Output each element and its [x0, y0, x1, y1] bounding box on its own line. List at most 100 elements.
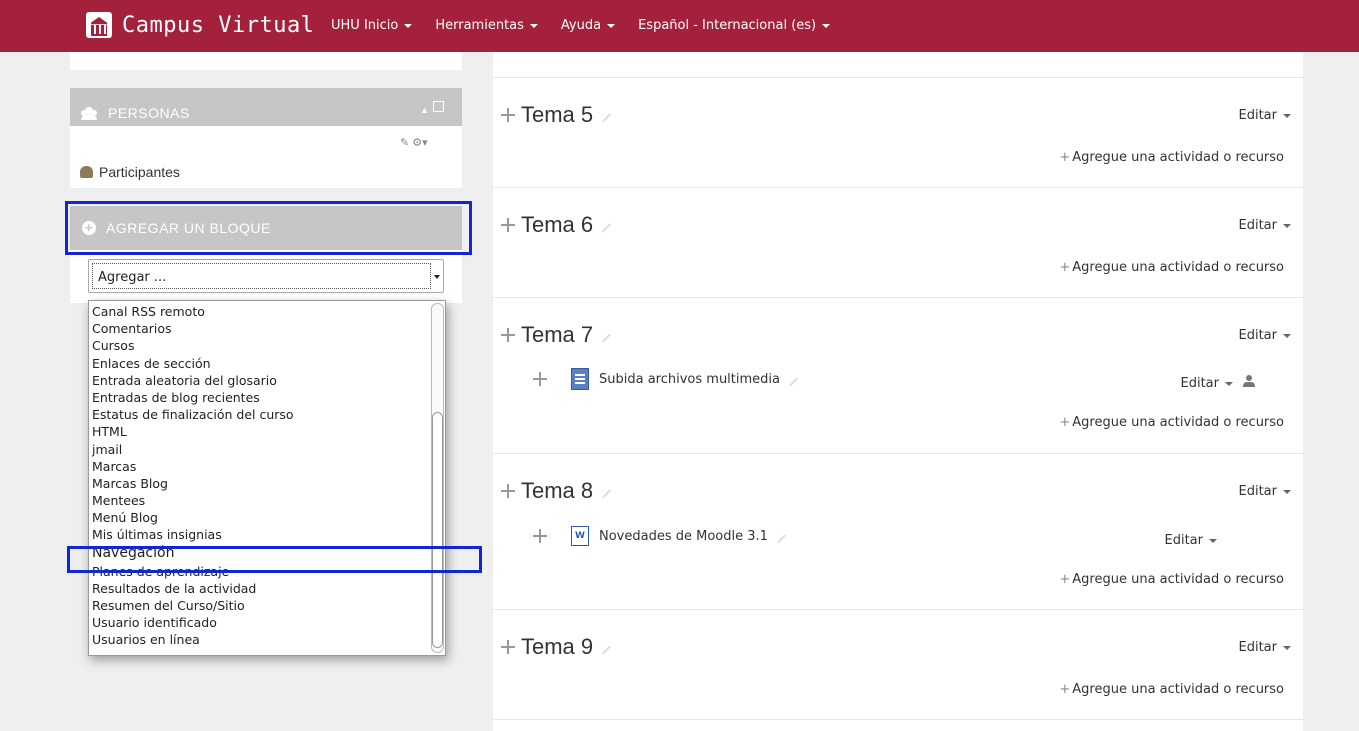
edit-title-icon[interactable] [776, 534, 787, 544]
user-icon[interactable] [1243, 375, 1255, 387]
plus-icon: + [1059, 572, 1071, 587]
people-icon [80, 106, 98, 120]
activity-editar-menu[interactable]: Editar [1181, 375, 1255, 391]
plus-icon: + [1059, 415, 1071, 430]
dropdown-option[interactable]: Menú Blog [89, 509, 445, 526]
dropdown-option[interactable]: Marcas [89, 458, 445, 475]
add-activity-link[interactable]: + Agregue una actividad o recurso [1059, 682, 1284, 697]
section-tema-8: Tema 8 Editar W Novedades de Moodle 3.1 … [493, 454, 1303, 610]
assignment-icon [571, 368, 589, 390]
section-title-text: Tema 8 [521, 478, 594, 503]
activity-editar-menu[interactable]: Editar [1165, 533, 1217, 548]
dropdown-option[interactable]: Mis últimas insignias [89, 526, 445, 543]
section-tema-7: Tema 7 Editar Subida archivos multimedia… [493, 298, 1303, 454]
nav-language[interactable]: Español - Internacional (es) [638, 18, 831, 33]
dropdown-scrollbar[interactable] [431, 303, 444, 653]
chevron-down-icon [1225, 381, 1233, 386]
previous-block-tail [70, 52, 462, 70]
activity-name[interactable]: Novedades de Moodle 3.1 [599, 529, 768, 544]
move-icon[interactable] [501, 218, 515, 232]
chevron-down-icon [1283, 489, 1291, 494]
editar-menu[interactable]: Editar [1239, 640, 1291, 655]
add-activity-link[interactable]: + Agregue una actividad o recurso [1059, 150, 1284, 165]
section-title-text: Tema 5 [521, 102, 594, 127]
chevron-down-icon [1283, 333, 1291, 338]
activity-subida-archivos[interactable]: Subida archivos multimedia [533, 368, 799, 390]
dropdown-option[interactable]: HTML [89, 423, 445, 440]
dropdown-option[interactable]: Cursos [89, 337, 445, 354]
edit-title-icon[interactable] [602, 645, 612, 655]
dropdown-option[interactable]: Usuarios en línea [89, 631, 445, 648]
dropdown-option[interactable]: Resultados de la actividad [89, 580, 445, 597]
add-block-select[interactable]: Agregar ... [88, 259, 444, 293]
edit-title-icon[interactable] [788, 377, 799, 387]
word-document-icon: W [571, 526, 589, 546]
move-icon[interactable] [501, 328, 515, 342]
chevron-down-icon [1283, 223, 1291, 228]
chevron-down-icon [822, 23, 831, 28]
dropdown-option[interactable]: Mentees [89, 492, 445, 509]
move-icon[interactable] [501, 640, 515, 654]
dropdown-option[interactable]: Entrada aleatoria del glosario [89, 372, 445, 389]
dropdown-option[interactable]: Canal RSS remoto [89, 303, 445, 320]
editar-menu[interactable]: Editar [1239, 108, 1291, 123]
move-icon[interactable] [533, 529, 547, 543]
course-content: Tema 5 Editar + Agregue una actividad o r… [493, 52, 1303, 731]
add-block-highlight [65, 201, 472, 255]
chevron-down-icon [1283, 645, 1291, 650]
nav-ayuda[interactable]: Ayuda [561, 18, 616, 33]
section-title: Tema 5 [501, 102, 612, 128]
section-tema-5: Tema 5 Editar + Agregue una actividad o r… [493, 78, 1303, 188]
nav-herramientas[interactable]: Herramientas [435, 18, 538, 33]
move-icon[interactable] [501, 484, 515, 498]
section-title-text: Tema 7 [521, 322, 594, 347]
section-title-text: Tema 9 [521, 634, 594, 659]
plus-icon: + [1059, 150, 1071, 165]
activity-name[interactable]: Subida archivos multimedia [599, 372, 780, 387]
participantes-label: Participantes [99, 164, 180, 180]
select-arrow-icon [434, 275, 440, 279]
section-title: Tema 8 [501, 478, 612, 504]
brand-title: Campus Virtual [122, 12, 315, 38]
chevron-down-icon [404, 23, 413, 28]
participantes-link[interactable]: Participantes [80, 164, 180, 180]
editar-menu[interactable]: Editar [1239, 218, 1291, 233]
previous-section-tail [493, 52, 1303, 78]
scrollbar-thumb[interactable] [432, 412, 443, 648]
dropdown-option[interactable]: Comentarios [89, 320, 445, 337]
nav-uhu-inicio[interactable]: UHU Inicio [331, 18, 413, 33]
section-tema-9: Tema 9 Editar + Agregue una actividad o r… [493, 610, 1303, 720]
add-activity-link[interactable]: + Agregue una actividad o recurso [1059, 572, 1284, 587]
section-title: Tema 9 [501, 634, 612, 660]
chevron-down-icon [1283, 113, 1291, 118]
section-tema-6: Tema 6 Editar + Agregue una actividad o r… [493, 188, 1303, 298]
move-icon[interactable] [533, 372, 547, 386]
collapse-icon[interactable]: ▲ [420, 105, 429, 115]
dropdown-option[interactable]: jmail [89, 441, 445, 458]
section-title: Tema 6 [501, 212, 612, 238]
section-title-text: Tema 6 [521, 212, 594, 237]
move-icon[interactable] [501, 108, 515, 122]
dropdown-option[interactable]: Resumen del Curso/Sitio [89, 597, 445, 614]
personas-block: PERSONAS ▲ ✎ ⚙▾ Participantes [70, 88, 462, 188]
dropdown-option[interactable]: Estatus de finalización del curso [89, 406, 445, 423]
dropdown-option[interactable]: Marcas Blog [89, 475, 445, 492]
edit-title-icon[interactable] [602, 489, 612, 499]
brand-logo[interactable]: Campus Virtual [86, 12, 314, 38]
add-activity-link[interactable]: + Agregue una actividad o recurso [1059, 260, 1284, 275]
block-settings-icon[interactable]: ✎ ⚙▾ [400, 136, 428, 149]
dropdown-option[interactable]: Usuario identificado [89, 614, 445, 631]
plus-icon: + [1059, 260, 1071, 275]
dock-block-icon[interactable] [433, 101, 444, 112]
edit-title-icon[interactable] [602, 113, 612, 123]
activity-novedades-moodle[interactable]: W Novedades de Moodle 3.1 [533, 526, 787, 546]
dropdown-option[interactable]: Enlaces de sección [89, 355, 445, 372]
dropdown-option[interactable]: Entradas de blog recientes [89, 389, 445, 406]
chevron-down-icon [607, 23, 616, 28]
edit-title-icon[interactable] [602, 223, 612, 233]
chevron-down-icon [1209, 538, 1217, 543]
add-activity-link[interactable]: + Agregue una actividad o recurso [1059, 415, 1284, 430]
edit-title-icon[interactable] [602, 333, 612, 343]
editar-menu[interactable]: Editar [1239, 484, 1291, 499]
editar-menu[interactable]: Editar [1239, 328, 1291, 343]
